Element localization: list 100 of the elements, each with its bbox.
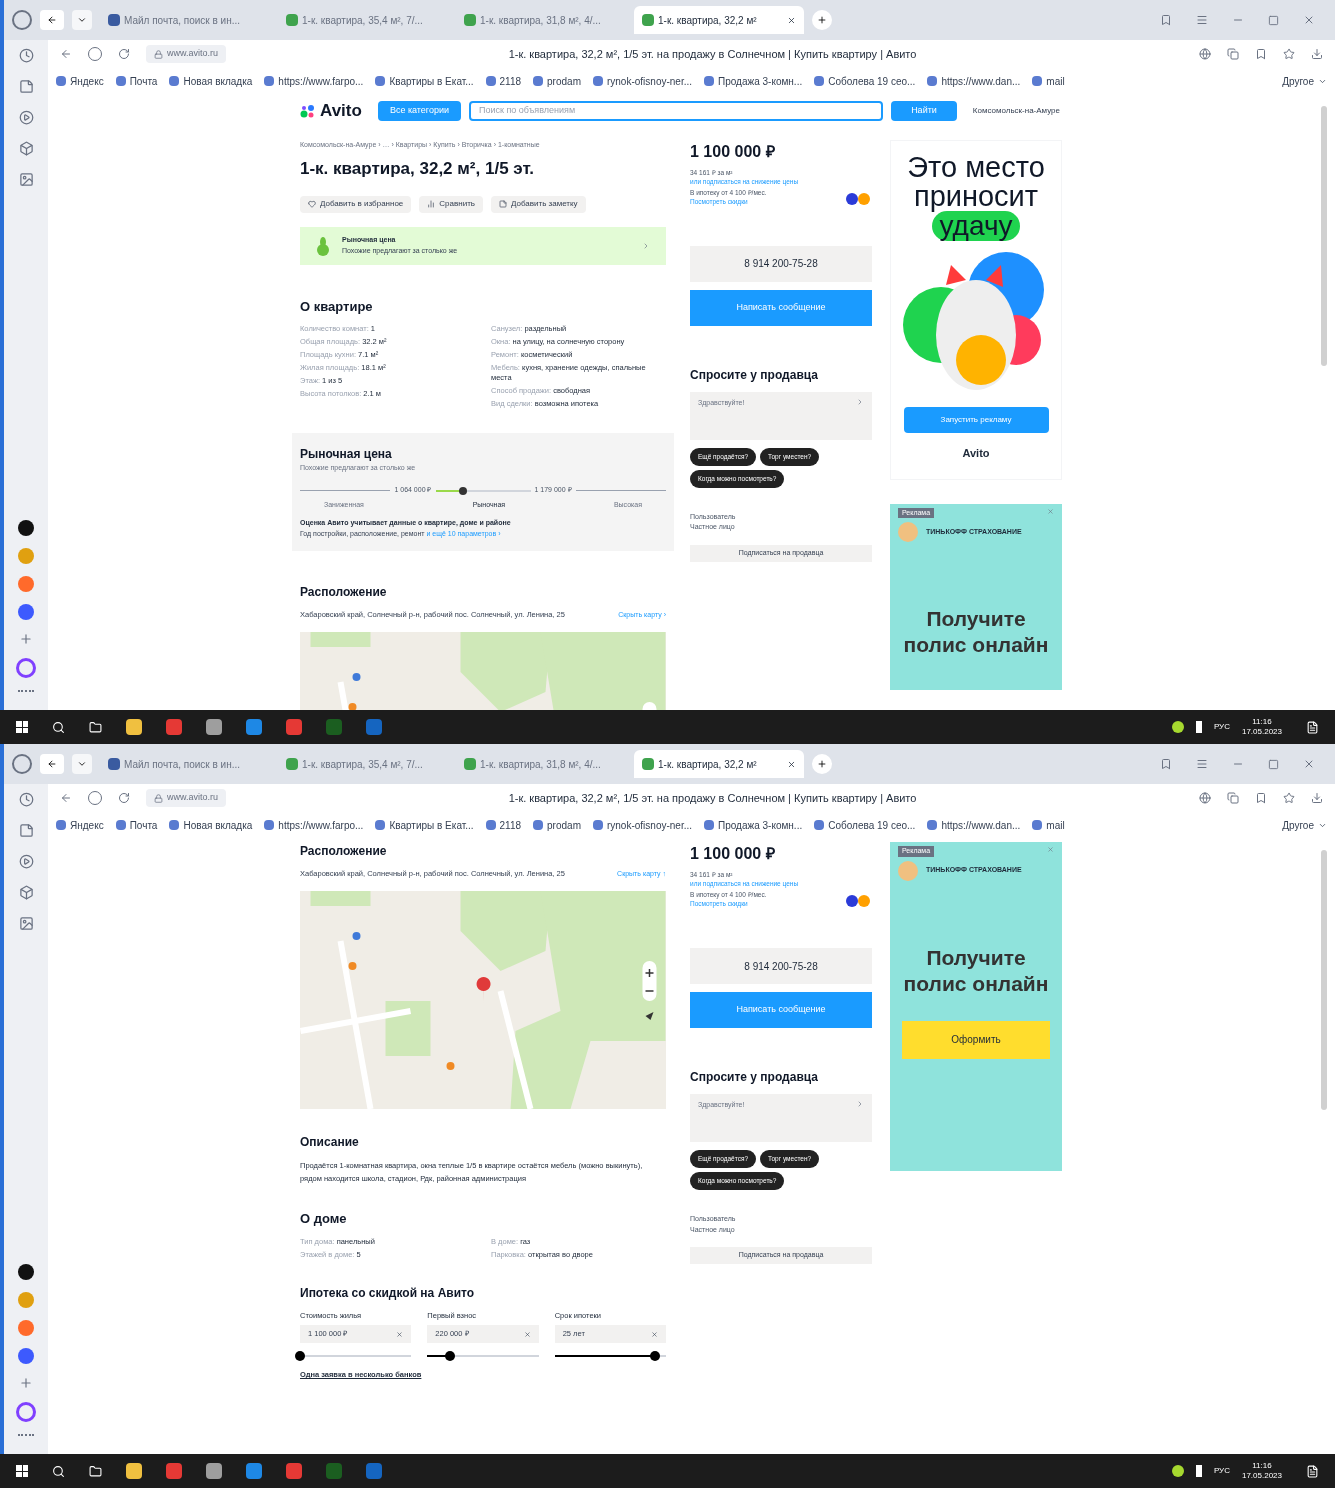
app-icon[interactable] [18, 1264, 34, 1280]
assistant-icon[interactable] [16, 658, 36, 678]
phone-button[interactable]: 8 914 200-75-28 [690, 948, 872, 984]
search-icon[interactable] [52, 720, 65, 734]
taskbar-app-icon[interactable] [126, 719, 142, 735]
language-indicator[interactable]: РУС [1213, 721, 1230, 733]
close-icon[interactable] [787, 15, 796, 25]
bookmark-item[interactable]: Квартиры в Екат... [375, 817, 474, 833]
bookmark-item[interactable]: Яндекс [56, 73, 104, 89]
phone-button[interactable]: 8 914 200-75-28 [690, 245, 872, 282]
sidebar-icon[interactable] [18, 172, 34, 187]
task-view-icon[interactable] [89, 1464, 102, 1478]
taskbar-app-icon[interactable] [366, 719, 382, 735]
bookmark-item[interactable]: Яндекс [56, 817, 104, 833]
bookmark-icon[interactable] [1160, 758, 1172, 770]
send-icon[interactable] [856, 1100, 864, 1108]
taskbar-app-icon[interactable] [286, 1463, 302, 1479]
notifications-icon[interactable] [1306, 1464, 1319, 1478]
copy-icon[interactable] [1227, 48, 1239, 60]
reload-icon[interactable] [118, 48, 130, 60]
sidebar-icon[interactable] [18, 48, 34, 63]
translate-icon[interactable] [1199, 792, 1211, 804]
scrollbar[interactable] [1321, 106, 1327, 366]
close-icon[interactable] [787, 759, 796, 769]
notifications-icon[interactable] [1306, 720, 1319, 734]
battery-icon[interactable] [1195, 1465, 1202, 1477]
bookmarks-more[interactable]: Другое [1282, 817, 1327, 833]
bookmark-icon[interactable] [1255, 792, 1267, 804]
bookmark-item[interactable]: Соболева 19 сео... [814, 73, 916, 89]
bookmark-icon[interactable] [1160, 14, 1172, 26]
language-indicator[interactable]: РУС [1213, 1465, 1230, 1477]
slider-thumb[interactable] [295, 1351, 305, 1361]
slider-thumb[interactable] [649, 1351, 660, 1361]
battery-icon[interactable] [1195, 721, 1202, 733]
bookmark-item[interactable]: https://www.dan... [927, 817, 1021, 833]
bookmark-item[interactable]: Новая вкладка [169, 817, 253, 833]
sidebar-icon[interactable] [18, 916, 34, 931]
bookmarks-more[interactable]: Другое [1282, 73, 1327, 89]
bookmark-item[interactable]: rynok-ofisnoy-ner... [592, 73, 692, 89]
ad-banner[interactable]: Это место приносит удачу Запустить рекламу Avito [890, 139, 1062, 480]
browser-tab[interactable]: Майл почта, поиск в ин... [100, 750, 270, 778]
maximize-icon[interactable] [1268, 758, 1279, 770]
profile-icon[interactable] [12, 754, 32, 774]
start-icon[interactable] [16, 721, 28, 733]
ad-button[interactable]: Оформить [902, 1020, 1050, 1059]
browser-tab[interactable]: 1-к. квартира, 32,2 м² [634, 750, 804, 778]
reload-icon[interactable] [118, 792, 130, 804]
taskbar-app-icon[interactable] [166, 719, 182, 735]
sidebar-icon[interactable] [18, 79, 34, 94]
browser-tab[interactable]: 1-к. квартира, 35,4 м², 7/... [278, 750, 448, 778]
menu-icon[interactable] [1196, 758, 1208, 770]
bookmark-item[interactable]: https://www.farpo... [264, 73, 364, 89]
bookmark-item[interactable]: prodam [533, 817, 581, 833]
bookmark-item[interactable]: Продажа 3-комн... [704, 817, 803, 833]
taskbar-app-icon[interactable] [286, 719, 302, 735]
bookmark-item[interactable]: Новая вкладка [169, 73, 253, 89]
close-icon[interactable] [1303, 758, 1315, 770]
start-icon[interactable] [16, 1465, 28, 1477]
menu-icon[interactable] [1196, 14, 1208, 26]
more-icon[interactable] [18, 1434, 34, 1438]
clear-icon[interactable] [651, 1330, 658, 1338]
copy-icon[interactable] [1227, 792, 1239, 804]
add-icon[interactable] [19, 632, 33, 646]
avito-logo[interactable]: Avito [320, 98, 362, 124]
task-view-icon[interactable] [89, 720, 102, 734]
scrollbar[interactable] [1321, 850, 1327, 1110]
sidebar-icon[interactable] [18, 885, 34, 900]
close-icon[interactable] [1303, 14, 1315, 26]
profile-icon[interactable] [12, 10, 32, 30]
bookmark-item[interactable]: Почта [115, 73, 158, 89]
browser-tab[interactable]: 1-к. квартира, 31,8 м², 4/... [456, 750, 626, 778]
tray-app-icon[interactable] [1171, 721, 1184, 733]
address-field[interactable]: www.avito.ru [146, 789, 227, 807]
browser-tab[interactable]: 1-к. квартира, 31,8 м², 4/... [456, 6, 626, 34]
browser-tab[interactable]: Майл почта, поиск в ин... [100, 6, 270, 34]
browser-tab[interactable]: 1-к. квартира, 32,2 м² [634, 6, 804, 34]
taskbar-app-icon[interactable] [246, 719, 262, 735]
clear-icon[interactable] [396, 1330, 404, 1338]
bookmark-item[interactable]: prodam [533, 73, 581, 89]
action-button[interactable]: Сравнить [419, 195, 483, 213]
assistant-icon[interactable] [16, 1402, 36, 1422]
back-icon[interactable] [60, 48, 72, 60]
more-icon[interactable] [18, 690, 34, 694]
taskbar-app-icon[interactable] [246, 1463, 262, 1479]
back-button[interactable] [40, 10, 64, 30]
slider-thumb[interactable] [459, 486, 467, 495]
taskbar-app-icon[interactable] [366, 1463, 382, 1479]
search-icon[interactable] [52, 1464, 65, 1478]
taskbar-app-icon[interactable] [126, 1463, 142, 1479]
action-button[interactable]: Добавить заметку [490, 195, 586, 213]
back-icon[interactable] [60, 792, 72, 804]
bookmark-item[interactable]: mail [1032, 73, 1065, 89]
action-button[interactable]: Добавить в избранное [300, 195, 412, 213]
add-icon[interactable] [19, 1376, 33, 1390]
bookmark-item[interactable]: Продажа 3-комн... [704, 73, 803, 89]
bookmark-item[interactable]: https://www.dan... [927, 73, 1021, 89]
browser-tab[interactable]: 1-к. квартира, 35,4 м², 7/... [278, 6, 448, 34]
taskbar-app-icon[interactable] [166, 1463, 182, 1479]
bookmark-item[interactable]: Соболева 19 сео... [814, 817, 916, 833]
new-tab-button[interactable] [812, 10, 832, 30]
